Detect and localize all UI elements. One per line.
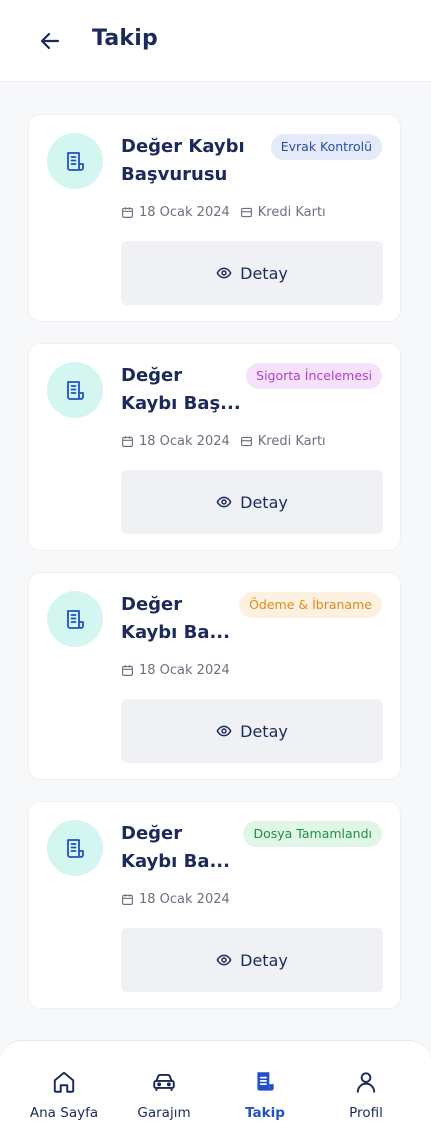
payment-method: Kredi Kartı <box>257 434 326 449</box>
application-icon-badge <box>47 133 103 189</box>
nav-label: Profil <box>349 1105 383 1121</box>
nav-label: Ana Sayfa <box>29 1105 99 1121</box>
calendar-icon <box>122 207 133 218</box>
document-icon <box>257 1072 274 1091</box>
nav-item-home[interactable]: Ana Sayfa <box>14 1069 114 1121</box>
user-icon <box>356 1072 376 1093</box>
back-button[interactable] <box>36 27 64 55</box>
application-card: Değer Kaybı Ba... Ödeme & İbraname 18 Oc… <box>28 572 401 780</box>
application-icon-badge <box>47 362 103 418</box>
status-badge: Sigorta İncelemesi <box>246 363 382 389</box>
payment-method: Kredi Kartı <box>257 205 326 220</box>
credit-card-icon <box>240 436 252 447</box>
detail-button-label: Detay <box>240 721 288 741</box>
calendar-icon <box>122 665 133 676</box>
application-card: Değer Kaybı Başvurusu Evrak Kontrolü 18 … <box>28 114 401 322</box>
application-title: Değer Kaybı Ba... <box>121 594 230 643</box>
status-badge: Ödeme & İbraname <box>239 592 382 618</box>
document-icon <box>67 839 84 858</box>
application-date: 18 Ocak 2024 <box>139 663 230 678</box>
arrow-left-icon <box>40 32 60 50</box>
application-meta: 18 Ocak 2024 Kredi Kartı <box>121 434 336 449</box>
application-date: 18 Ocak 2024 <box>139 205 230 220</box>
eye-icon <box>216 725 232 737</box>
application-date: 18 Ocak 2024 <box>139 892 230 907</box>
status-badge: Evrak Kontrolü <box>270 134 382 160</box>
application-card: Değer Kaybı Baş... Sigorta İncelemesi 18… <box>28 343 401 551</box>
detail-button[interactable]: Detay <box>121 699 383 763</box>
nav-item-garage[interactable]: Garajım <box>114 1069 214 1121</box>
detail-button[interactable]: Detay <box>121 928 383 992</box>
nav-label: Takip <box>245 1105 285 1121</box>
credit-card-icon <box>240 207 252 218</box>
application-card: Değer Kaybı Ba... Dosya Tamamlandı 18 Oc… <box>28 801 401 1009</box>
application-title: Değer Kaybı Başvurusu <box>121 136 245 185</box>
application-icon-badge <box>47 591 103 647</box>
detail-button-label: Detay <box>240 950 288 970</box>
detail-button[interactable]: Detay <box>121 470 383 534</box>
detail-button-label: Detay <box>240 492 288 512</box>
detail-button-label: Detay <box>240 263 288 283</box>
application-date: 18 Ocak 2024 <box>139 434 230 449</box>
document-icon <box>67 152 84 171</box>
status-badge: Dosya Tamamlandı <box>243 821 382 847</box>
eye-icon <box>216 267 232 279</box>
app-header: Takip <box>0 0 431 82</box>
document-icon <box>67 381 84 400</box>
page-title: Takip <box>92 26 158 51</box>
application-title: Değer Kaybı Ba... <box>121 823 230 872</box>
nav-label: Garajım <box>137 1105 191 1121</box>
application-meta: 18 Ocak 2024 <box>121 892 240 907</box>
application-meta: 18 Ocak 2024 Kredi Kartı <box>121 205 336 220</box>
nav-item-profile[interactable]: Profil <box>316 1069 416 1121</box>
calendar-icon <box>122 894 133 905</box>
application-title: Değer Kaybı Baş... <box>121 365 241 414</box>
car-icon <box>153 1073 175 1092</box>
detail-button[interactable]: Detay <box>121 241 383 305</box>
bottom-navigation: Ana Sayfa Garajım Takip Profil <box>0 1040 431 1146</box>
calendar-icon <box>122 436 133 447</box>
home-icon <box>53 1071 75 1093</box>
application-icon-badge <box>47 820 103 876</box>
document-icon <box>67 610 84 629</box>
application-meta: 18 Ocak 2024 <box>121 663 240 678</box>
nav-item-tracking[interactable]: Takip <box>215 1069 315 1121</box>
eye-icon <box>216 954 232 966</box>
eye-icon <box>216 496 232 508</box>
